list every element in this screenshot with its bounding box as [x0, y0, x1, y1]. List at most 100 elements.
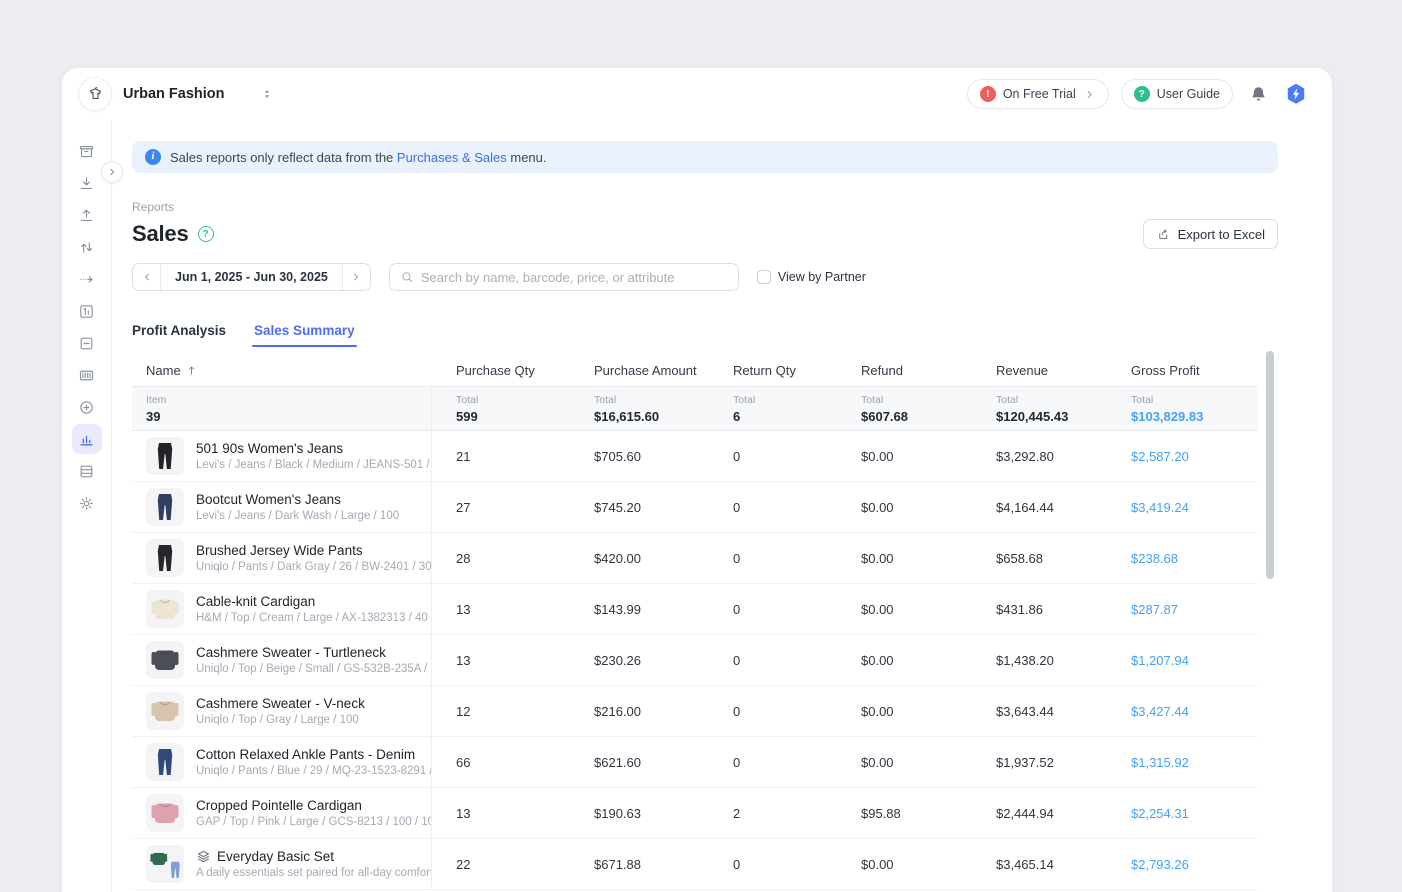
- free-trial-button[interactable]: ! On Free Trial: [967, 79, 1109, 109]
- column-header-gross-profit[interactable]: Gross Profit: [1107, 363, 1258, 378]
- column-header-revenue[interactable]: Revenue: [972, 363, 1107, 378]
- view-by-partner-label: View by Partner: [778, 270, 866, 284]
- next-period-button[interactable]: [342, 264, 370, 290]
- app-logo-button[interactable]: [1284, 82, 1308, 106]
- cell-refund: $0.00: [837, 704, 972, 719]
- stock-adjust-icon: [78, 239, 95, 256]
- sidebar-expand-button[interactable]: [101, 161, 123, 183]
- cell-return-qty: 0: [709, 500, 837, 515]
- team-avatar[interactable]: [78, 77, 112, 111]
- table-row[interactable]: Cable-knit Cardigan H&M / Top / Cream / …: [132, 584, 1258, 635]
- add-circle-icon: [78, 399, 95, 416]
- data-center-icon: [78, 463, 95, 480]
- item-name-cell: Cashmere Sweater - Turtleneck Uniqlo / T…: [132, 635, 432, 685]
- cell-return-qty: 0: [709, 653, 837, 668]
- cell-revenue: $3,465.14: [972, 857, 1107, 872]
- column-header-purchase-amount[interactable]: Purchase Amount: [570, 363, 709, 378]
- cell-purchase-qty: 13: [432, 653, 570, 668]
- items-icon: [78, 143, 95, 160]
- table-row[interactable]: Cashmere Sweater - Turtleneck Uniqlo / T…: [132, 635, 1258, 686]
- table-row[interactable]: Cashmere Sweater - V-neck Uniqlo / Top /…: [132, 686, 1258, 737]
- column-header-purchase-qty[interactable]: Purchase Qty: [432, 363, 570, 378]
- sidebar-item-stock-out[interactable]: [72, 200, 102, 230]
- cell-refund: $0.00: [837, 653, 972, 668]
- cell-purchase-qty: 21: [432, 449, 570, 464]
- item-name: Cropped Pointelle Cardigan: [196, 798, 362, 813]
- sidebar-item-settings[interactable]: [72, 488, 102, 518]
- sidebar-item-move[interactable]: [72, 264, 102, 294]
- updown-select-icon: [261, 87, 273, 101]
- column-header-refund[interactable]: Refund: [837, 363, 972, 378]
- sidebar-item-items[interactable]: [72, 136, 102, 166]
- sidebar-item-stocktake[interactable]: [72, 296, 102, 326]
- table-row[interactable]: 501 90s Women's Jeans Levi's / Jeans / B…: [132, 431, 1258, 482]
- cell-revenue: $4,164.44: [972, 500, 1107, 515]
- cell-refund: $0.00: [837, 500, 972, 515]
- table-row[interactable]: Everyday Basic Set A daily essentials se…: [132, 839, 1258, 890]
- cell-purchase-amount: $671.88: [570, 857, 709, 872]
- tab-profit-analysis[interactable]: Profit Analysis: [132, 323, 226, 347]
- tab-sales-summary[interactable]: Sales Summary: [254, 323, 355, 347]
- item-thumbnail: [146, 437, 184, 475]
- item-attributes: Levi's / Jeans / Dark Wash / Large / 100: [196, 510, 399, 522]
- item-name-cell: Cashmere Sweater - V-neck Uniqlo / Top /…: [132, 686, 432, 736]
- purchases-sales-link[interactable]: Purchases & Sales: [397, 150, 507, 165]
- help-icon[interactable]: ?: [198, 226, 214, 242]
- table-scrollbar[interactable]: [1266, 351, 1274, 579]
- cell-refund: $95.88: [837, 806, 972, 821]
- item-name: Brushed Jersey Wide Pants: [196, 543, 363, 558]
- totals-cell: Total 6: [709, 387, 837, 430]
- table-row[interactable]: Bootcut Women's Jeans Levi's / Jeans / D…: [132, 482, 1258, 533]
- column-header-name[interactable]: Name: [132, 363, 432, 378]
- tshirt-icon: [86, 85, 105, 104]
- cell-gross-profit: $2,254.31: [1107, 806, 1258, 821]
- cell-gross-profit: $287.87: [1107, 602, 1258, 617]
- table-row[interactable]: Brushed Jersey Wide Pants Uniqlo / Pants…: [132, 533, 1258, 584]
- sidebar-item-stock-in[interactable]: [72, 168, 102, 198]
- table-totals-row: Item 39 Total 599 Total $16,615.60 Total…: [132, 386, 1258, 431]
- cell-revenue: $3,292.80: [972, 449, 1107, 464]
- sidebar-item-stock-adjust[interactable]: [72, 232, 102, 262]
- app-window: Urban Fashion ! On Free Trial ? User Gui…: [62, 68, 1332, 892]
- purchases-sales-icon: [78, 335, 95, 352]
- cell-refund: $0.00: [837, 857, 972, 872]
- table-row[interactable]: Cotton Relaxed Ankle Pants - Denim Uniql…: [132, 737, 1258, 788]
- stocktake-icon: [78, 303, 95, 320]
- notifications-button[interactable]: [1249, 85, 1268, 104]
- view-by-partner-toggle[interactable]: View by Partner: [757, 270, 866, 284]
- team-switcher[interactable]: [261, 87, 273, 101]
- cell-return-qty: 2: [709, 806, 837, 821]
- export-to-excel-button[interactable]: Export to Excel: [1143, 219, 1278, 249]
- item-thumbnail: [146, 743, 184, 781]
- cell-revenue: $658.68: [972, 551, 1107, 566]
- cell-purchase-amount: $216.00: [570, 704, 709, 719]
- search-input[interactable]: [421, 270, 728, 285]
- cell-purchase-qty: 66: [432, 755, 570, 770]
- sidebar-item-barcode[interactable]: [72, 360, 102, 390]
- cell-return-qty: 0: [709, 602, 837, 617]
- column-header-return-qty[interactable]: Return Qty: [709, 363, 837, 378]
- bell-icon: [1249, 85, 1268, 104]
- sidebar-item-data-center[interactable]: [72, 456, 102, 486]
- cell-purchase-amount: $621.60: [570, 755, 709, 770]
- cell-purchase-amount: $190.63: [570, 806, 709, 821]
- view-by-partner-checkbox[interactable]: [757, 270, 771, 284]
- table-row[interactable]: Cropped Pointelle Cardigan GAP / Top / P…: [132, 788, 1258, 839]
- totals-cell: Total $607.68: [837, 387, 972, 430]
- item-name: Cashmere Sweater - V-neck: [196, 696, 365, 711]
- user-guide-button[interactable]: ? User Guide: [1121, 79, 1233, 109]
- sidebar-item-reports[interactable]: [72, 424, 102, 454]
- cell-refund: $0.00: [837, 551, 972, 566]
- cell-return-qty: 0: [709, 755, 837, 770]
- item-attributes: GAP / Top / Pink / Large / GCS-8213 / 10…: [196, 816, 431, 828]
- info-icon: i: [145, 149, 161, 165]
- sidebar-item-add-circle[interactable]: [72, 392, 102, 422]
- date-range-value[interactable]: Jun 1, 2025 - Jun 30, 2025: [161, 264, 342, 290]
- item-thumbnail: [146, 692, 184, 730]
- item-name-cell: Cable-knit Cardigan H&M / Top / Cream / …: [132, 584, 432, 634]
- prev-period-button[interactable]: [133, 264, 161, 290]
- item-name-cell: Cotton Relaxed Ankle Pants - Denim Uniql…: [132, 737, 432, 787]
- cell-purchase-qty: 13: [432, 806, 570, 821]
- cell-return-qty: 0: [709, 449, 837, 464]
- sidebar-item-purchases-sales[interactable]: [72, 328, 102, 358]
